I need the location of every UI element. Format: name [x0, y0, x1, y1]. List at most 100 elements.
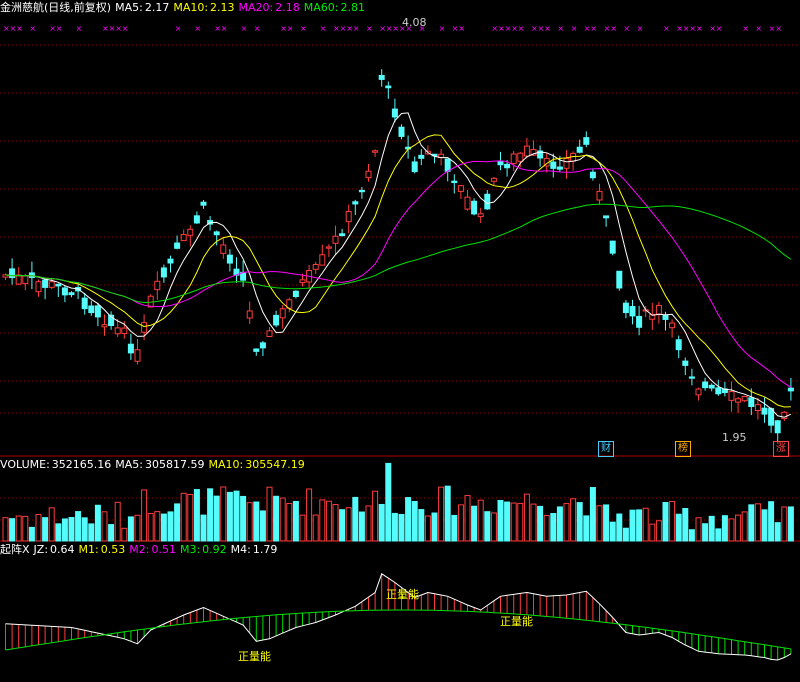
- signal-marker: ×: [544, 24, 551, 33]
- volume-header: VOLUME: 352165.16 MA5: 305817.59 MA10: 305547…: [0, 457, 309, 473]
- signal-marker: ×: [716, 24, 723, 33]
- m2-value: 0.51: [151, 543, 176, 556]
- volume-bar: [259, 510, 266, 542]
- finance-tag[interactable]: 财: [598, 441, 614, 457]
- stock-chart[interactable]: × × × × × × × × × × × × × × × × × × × × × × × × × × × × × × × × × × × × × × × ×…: [0, 0, 800, 682]
- volume-bar: [48, 507, 55, 542]
- price-header: 金洲慈航(日线,前复权) MA5: 2.17 MA10: 2.13 MA20: 2.18 MA…: [0, 0, 369, 16]
- candle-body: [451, 180, 458, 184]
- candle-body: [48, 281, 55, 288]
- volume-bar: [147, 513, 154, 542]
- signal-marker: ×: [300, 24, 307, 33]
- volume-bar: [15, 515, 22, 542]
- volume-bar: [339, 509, 346, 542]
- candle-body: [200, 201, 207, 206]
- candle-body: [576, 146, 583, 153]
- volume-bar: [266, 486, 273, 542]
- candle-body: [9, 268, 16, 279]
- volume-bar: [761, 509, 768, 542]
- candle-body: [101, 324, 108, 328]
- indicator-line: [5, 609, 791, 651]
- volume-bar: [471, 505, 478, 542]
- signal-marker: ×: [241, 24, 248, 33]
- signal-marker: ×: [56, 24, 63, 33]
- candle-body: [22, 275, 29, 285]
- candle-body: [510, 153, 517, 165]
- volume-bar: [477, 499, 484, 542]
- candle-body: [477, 213, 484, 218]
- candle-body: [622, 302, 629, 314]
- volume-bar: [774, 522, 781, 542]
- candle-body: [715, 387, 722, 395]
- candle-body: [292, 290, 299, 298]
- m1-value: 0.53: [100, 543, 126, 556]
- ma-line: [5, 203, 792, 304]
- volume-bar: [504, 501, 511, 542]
- volume-bar: [127, 516, 134, 542]
- candle-body: [688, 376, 695, 379]
- indicator-header: 起阵X JZ: 0.64 M1: 0.53 M2: 0.51 M3: 0.92 M4: 1.79: [0, 542, 281, 558]
- signal-marker: ×: [742, 24, 749, 33]
- signal-marker: ×: [458, 24, 465, 33]
- volume-bar: [233, 490, 240, 542]
- volume-bar: [154, 511, 161, 542]
- energy-label-1: 正量能: [386, 588, 419, 601]
- candle-body: [761, 407, 768, 415]
- candle-body: [669, 322, 676, 329]
- candle-body: [127, 343, 134, 354]
- candle-body: [319, 254, 326, 266]
- jz-value: 0.64: [50, 543, 75, 556]
- volume-bar: [688, 529, 695, 542]
- candle-body: [226, 254, 233, 264]
- candle-body: [325, 246, 332, 249]
- candle-body: [735, 398, 742, 403]
- signal-marker: ×: [194, 24, 201, 33]
- signal-marker: ×: [518, 24, 525, 33]
- candle-body: [114, 327, 121, 335]
- ma-line: [5, 160, 792, 388]
- volume-bar: [325, 500, 332, 542]
- volume-bar: [675, 513, 682, 542]
- candle-body: [702, 381, 709, 389]
- volume-bar: [286, 502, 293, 542]
- volume-bar: [754, 503, 761, 542]
- candle-body: [655, 304, 662, 315]
- candle-body: [35, 281, 42, 293]
- volume-bar: [292, 500, 299, 542]
- volume-bar: [715, 528, 722, 542]
- rise-tag[interactable]: 涨: [773, 441, 789, 457]
- volume-bar: [273, 495, 280, 542]
- candle-body: [609, 240, 616, 254]
- volume-bar: [332, 504, 339, 542]
- rank-tag[interactable]: 榜: [675, 441, 691, 457]
- candle-body: [629, 306, 636, 317]
- candle-body: [273, 314, 280, 326]
- candle-body: [352, 201, 359, 205]
- volume-bar: [748, 504, 755, 542]
- candle-body: [616, 270, 623, 289]
- candle-body: [490, 177, 497, 182]
- volume-bar: [200, 514, 207, 542]
- candle-body: [517, 152, 524, 162]
- stock-title[interactable]: 金洲慈航(日线,前复权): [0, 1, 111, 14]
- candle-body: [754, 404, 761, 412]
- signal-marker: ×: [610, 24, 617, 33]
- candle-body: [154, 280, 161, 291]
- candle-body: [365, 170, 372, 179]
- volume-bar: [365, 505, 372, 542]
- indicator-name[interactable]: 起阵X: [0, 543, 30, 556]
- volume-bar: [418, 509, 425, 542]
- volume-bar: [378, 503, 385, 542]
- volume-bar: [279, 497, 286, 542]
- volume-bar: [28, 526, 35, 542]
- volume-bar: [735, 514, 742, 542]
- signal-marker: ×: [29, 24, 36, 33]
- signal-marker: ×: [16, 24, 23, 33]
- volume-bar: [603, 504, 610, 542]
- vol-ma5-label: MA5:: [115, 458, 144, 471]
- volume-bar: [220, 486, 227, 542]
- volume-bar: [411, 501, 418, 542]
- candle-body: [358, 189, 365, 193]
- candle-body: [589, 171, 596, 179]
- candle-body: [174, 242, 181, 249]
